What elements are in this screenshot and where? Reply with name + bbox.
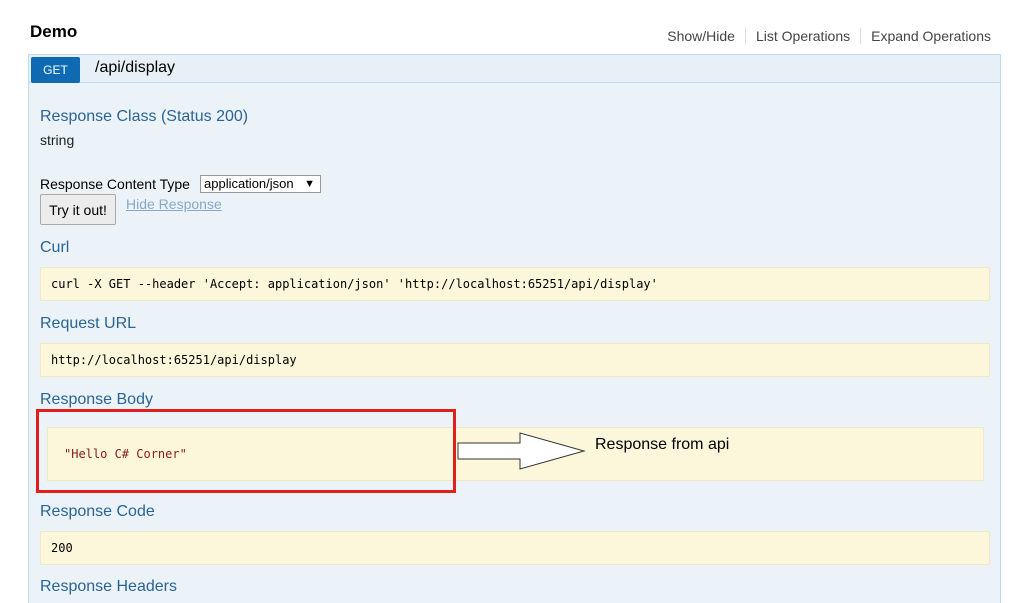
http-method-badge[interactable]: GET <box>31 57 80 83</box>
response-code-heading: Response Code <box>40 503 155 520</box>
header-links: Show/Hide List Operations Expand Operati… <box>657 28 991 44</box>
annotation-text: Response from api <box>595 436 730 453</box>
content-type-select[interactable]: application/json ▼ <box>200 175 321 193</box>
api-title: Demo <box>30 22 78 41</box>
operation-path[interactable]: /api/display <box>95 59 175 77</box>
response-code-box: 200 <box>40 531 990 565</box>
request-url-box: http://localhost:65251/api/display <box>40 343 990 377</box>
content-type-label: Response Content Type <box>40 176 190 192</box>
curl-command-box: curl -X GET --header 'Accept: applicatio… <box>40 267 990 301</box>
response-code-value: 200 <box>51 541 73 555</box>
curl-heading: Curl <box>40 239 70 256</box>
content-type-selected: application/json <box>204 176 294 191</box>
response-class-heading: Response Class (Status 200) <box>40 108 249 125</box>
hide-response-link[interactable]: Hide Response <box>126 196 222 212</box>
response-class-value: string <box>40 132 75 148</box>
request-url-heading: Request URL <box>40 315 137 332</box>
dropdown-arrow-icon: ▼ <box>304 178 315 190</box>
list-operations-link[interactable]: List Operations <box>746 28 860 44</box>
show-hide-link[interactable]: Show/Hide <box>657 28 745 44</box>
try-it-out-button[interactable]: Try it out! <box>40 194 116 225</box>
request-url-value: http://localhost:65251/api/display <box>51 353 297 367</box>
response-body-heading: Response Body <box>40 391 153 408</box>
curl-command: curl -X GET --header 'Accept: applicatio… <box>51 277 658 291</box>
response-headers-heading: Response Headers <box>40 578 177 595</box>
highlight-box <box>36 409 456 493</box>
operation-heading[interactable]: GET /api/display <box>28 54 1001 83</box>
expand-operations-link[interactable]: Expand Operations <box>861 28 991 44</box>
arrow-right-icon <box>457 432 586 470</box>
